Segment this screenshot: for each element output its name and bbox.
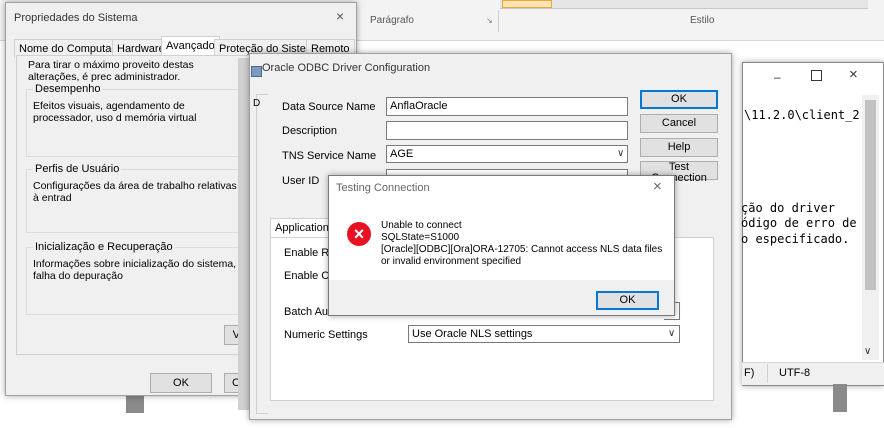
testing-title: Testing Connection bbox=[336, 182, 430, 194]
testing-connection-dialog: Testing Connection × × Unable to connect… bbox=[328, 175, 675, 316]
odbc-title: Oracle ODBC Driver Configuration bbox=[262, 62, 431, 74]
odbc-strip-letter: D bbox=[253, 98, 261, 109]
error-icon: × bbox=[347, 222, 371, 246]
group-performance-title: Desempenho bbox=[33, 83, 103, 95]
odbc-left-strip bbox=[256, 94, 268, 414]
tns-label: TNS Service Name bbox=[282, 150, 377, 162]
notepad-statusbar bbox=[742, 362, 884, 385]
ok-button[interactable]: OK bbox=[150, 373, 212, 393]
tns-select[interactable]: AGE bbox=[386, 145, 628, 163]
group-user-profiles-title: Perfis de Usuário bbox=[33, 163, 122, 175]
chevron-down-icon[interactable]: ∨ bbox=[617, 148, 624, 159]
userid-label: User ID bbox=[282, 175, 320, 187]
description-input[interactable] bbox=[386, 121, 628, 140]
bg-edge-left bbox=[126, 393, 144, 413]
close-icon[interactable]: × bbox=[336, 8, 344, 24]
tab-advanced[interactable]: Avançado bbox=[161, 36, 220, 56]
group-user-profiles-text: Configurações da área de trabalho relati… bbox=[33, 180, 237, 204]
status-line-ending: F) bbox=[744, 367, 755, 379]
status-divider bbox=[767, 364, 768, 382]
ribbon-divider bbox=[498, 10, 499, 32]
testing-ok-button[interactable]: OK bbox=[596, 291, 659, 310]
notepad-maximize-icon[interactable] bbox=[811, 70, 822, 81]
description-label: Description bbox=[282, 125, 338, 137]
error-message: Unable to connect SQLState=S1000 [Oracle… bbox=[381, 220, 662, 268]
odbc-help-button[interactable]: Help bbox=[640, 138, 718, 157]
ribbon-style-label: Estilo bbox=[690, 15, 715, 26]
notepad-shadow-edge bbox=[833, 384, 847, 412]
error-line-4: or invalid environment specified bbox=[381, 256, 522, 267]
numeric-settings-label: Numeric Settings bbox=[284, 329, 368, 341]
intro-text: Para tirar o máximo proveito destas alte… bbox=[28, 59, 194, 83]
notepad-text-line-4: o especificado. bbox=[741, 232, 850, 246]
notepad-text-line-1: \11.2.0\client_2 bbox=[744, 108, 860, 122]
chevron-down-icon[interactable]: ∨ bbox=[668, 328, 675, 339]
tab-application[interactable]: Application bbox=[270, 218, 334, 238]
dsn-input[interactable]: AnflaOracle bbox=[386, 97, 628, 116]
odbc-ok-button[interactable]: OK bbox=[640, 90, 718, 109]
notepad-minimize-icon[interactable]: – bbox=[774, 70, 781, 84]
system-properties-title: Propriedades do Sistema bbox=[14, 12, 138, 24]
close-icon[interactable]: × bbox=[653, 178, 662, 195]
scroll-down-icon[interactable]: ∨ bbox=[864, 346, 871, 357]
group-startup-recovery-title: Inicialização e Recuperação bbox=[33, 241, 175, 253]
notepad-text-line-3: ódigo de erro de bbox=[741, 216, 857, 230]
error-line-2: SQLState=S1000 bbox=[381, 232, 460, 243]
numeric-settings-select[interactable]: Use Oracle NLS settings bbox=[408, 325, 680, 343]
ribbon-style-gallery bbox=[500, 0, 868, 9]
odbc-app-icon bbox=[251, 66, 262, 77]
group-performance-text: Efeitos visuais, agendamento de processa… bbox=[33, 100, 197, 124]
dsn-label: Data Source Name bbox=[282, 101, 376, 113]
error-line-1: Unable to connect bbox=[381, 220, 462, 231]
notepad-close-icon[interactable]: × bbox=[849, 66, 858, 83]
notepad-scrollbar-thumb[interactable] bbox=[865, 100, 876, 290]
error-line-3: [Oracle][ODBC][Ora]ORA-12705: Cannot acc… bbox=[381, 244, 663, 255]
ribbon-dialog-launcher-icon[interactable]: ↘ bbox=[486, 16, 493, 25]
ribbon-paragraph-label: Parágrafo bbox=[370, 15, 414, 26]
ribbon-style-normal[interactable] bbox=[502, 0, 552, 8]
status-encoding: UTF-8 bbox=[779, 367, 811, 379]
odbc-cancel-button[interactable]: Cancel bbox=[640, 114, 718, 133]
group-startup-recovery-text: Informações sobre inicialização do siste… bbox=[33, 258, 237, 282]
notepad-text-line-2: ção do driver bbox=[741, 201, 835, 215]
